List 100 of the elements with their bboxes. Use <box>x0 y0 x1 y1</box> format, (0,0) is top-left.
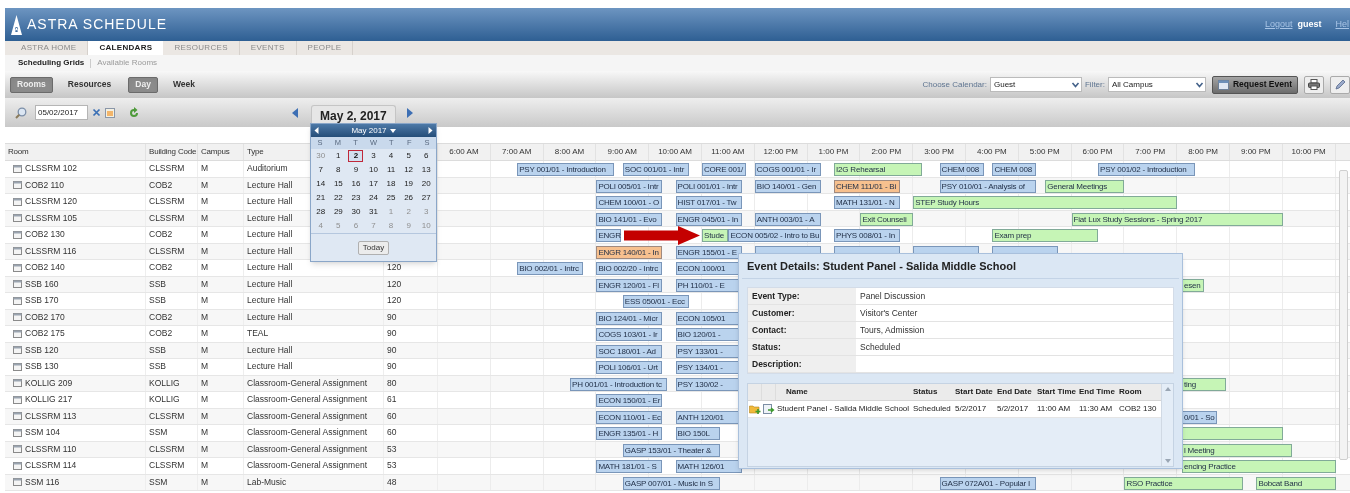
calendar-day[interactable]: 26 <box>401 192 417 204</box>
event-block[interactable]: esen <box>1181 278 1204 292</box>
event-block[interactable]: SOC 001/01 - Intr <box>622 163 689 176</box>
event-block[interactable]: GASP 072A/01 - Popular I <box>939 476 1037 490</box>
event-block[interactable]: encing Practice <box>1181 460 1336 473</box>
nav-tab[interactable]: CALENDARS <box>88 41 164 55</box>
room-name[interactable]: SSB 120 <box>25 343 59 357</box>
calendar-day[interactable]: 22 <box>330 192 346 204</box>
today-button[interactable]: Today <box>357 240 390 255</box>
event-block[interactable]: POLI 005/01 - Intr <box>596 179 663 193</box>
event-block[interactable]: Bobcat Band <box>1256 476 1336 490</box>
room-name[interactable]: COB2 140 <box>25 261 65 275</box>
room-name[interactable]: CLSSRM 113 <box>25 409 77 423</box>
event-block[interactable]: GASP 153/01 - Theater & <box>622 443 720 457</box>
room-name[interactable]: COB2 170 <box>25 310 65 324</box>
event-block[interactable]: PH 001/01 - Introduction tc <box>570 377 667 391</box>
room-name[interactable]: KOLLIG 209 <box>25 376 73 390</box>
event-block[interactable]: COGS 001/01 - Ir <box>754 163 821 176</box>
calendar-day[interactable]: 5 <box>401 150 417 162</box>
event-block[interactable]: ESS 050/01 - Ecc <box>622 295 689 308</box>
calendar-day[interactable]: 9 <box>348 164 364 176</box>
event-block[interactable]: BIO 124/01 - Micr <box>596 311 663 325</box>
calendar-day[interactable]: 31 <box>366 206 381 218</box>
event-block[interactable]: CHEM 008 <box>939 163 984 176</box>
calendar-day[interactable]: 2 <box>348 150 364 162</box>
room-name[interactable]: SSM 116 <box>25 475 60 489</box>
calendar-day[interactable]: 29 <box>330 206 346 218</box>
clear-icon[interactable] <box>92 108 101 117</box>
calendar-day[interactable]: 23 <box>348 192 364 204</box>
calendar-day[interactable]: 17 <box>366 178 381 190</box>
event-block[interactable]: RSO Practice <box>1124 476 1244 490</box>
calendar-day[interactable]: 12 <box>401 164 417 176</box>
event-block[interactable]: ENGR <box>596 229 622 242</box>
event-block[interactable]: BIO 002/20 - Intrc <box>596 262 663 275</box>
calendar-icon[interactable] <box>105 107 115 118</box>
event-block[interactable]: PHYS 008/01 - In <box>834 229 900 242</box>
event-block[interactable]: Stude <box>702 229 729 242</box>
event-block[interactable]: BIO 002/01 - Intrc <box>517 262 584 275</box>
event-block[interactable]: ENGR 120/01 - Fl <box>596 278 663 292</box>
event-block[interactable]: General Meetings <box>1045 179 1125 193</box>
calendar-day[interactable]: 24 <box>366 192 381 204</box>
event-block[interactable]: ECON 005/02 - Intro to Bu <box>728 229 821 242</box>
filter-select[interactable]: All Campus <box>1107 77 1206 92</box>
event-block[interactable]: POLI 106/01 - Urt <box>596 361 663 374</box>
event-block[interactable]: ECON 110/01 - Ec <box>596 410 663 424</box>
calendar-day[interactable]: 25 <box>383 192 399 204</box>
event-block[interactable]: CORE 001/ <box>702 163 746 176</box>
event-block[interactable]: BIO 140/01 - Gen <box>754 179 821 193</box>
event-block[interactable]: MATH 131/01 - N <box>834 196 900 209</box>
event-block[interactable]: Exam prep <box>992 229 1098 242</box>
event-block[interactable]: ENGR 135/01 - H <box>596 427 663 440</box>
room-name[interactable]: CLSSRM 116 <box>25 244 77 258</box>
event-block[interactable]: ENGR 045/01 - In <box>675 212 742 226</box>
event-block[interactable]: HIST 017/01 - Tw <box>675 196 742 209</box>
event-block[interactable]: POLI 001/01 - Intr <box>675 179 742 193</box>
calendar-select[interactable]: Guest <box>989 77 1082 92</box>
event-block[interactable]: STEP Study Hours <box>913 196 1178 209</box>
room-name[interactable]: COB2 110 <box>25 178 65 192</box>
calendar-day[interactable]: 13 <box>418 164 434 176</box>
calendar-day[interactable]: 19 <box>401 178 417 190</box>
event-block[interactable]: COGS 103/01 - Ir <box>596 328 663 341</box>
room-name[interactable]: CLSSRM 114 <box>25 459 77 473</box>
calendar-day[interactable]: 16 <box>348 178 364 190</box>
event-block[interactable]: MATH 126/01 <box>675 460 742 473</box>
calendar-day[interactable]: 8 <box>330 164 346 176</box>
previous-day-icon[interactable] <box>291 107 299 118</box>
toggle-button[interactable]: Resources <box>60 76 119 93</box>
event-block[interactable]: I2G Rehearsal <box>834 163 922 176</box>
room-name[interactable]: CLSSRM 102 <box>25 162 77 176</box>
print-button[interactable] <box>1304 75 1324 94</box>
event-block[interactable]: SOC 180/01 - Ad <box>596 344 663 358</box>
calendar-day[interactable]: 1 <box>330 150 346 162</box>
calendar-day[interactable]: 18 <box>383 178 399 190</box>
previous-month-icon[interactable] <box>314 127 319 134</box>
event-block[interactable] <box>1181 427 1283 440</box>
room-name[interactable]: CLSSRM 110 <box>25 442 77 456</box>
refresh-icon[interactable] <box>128 106 140 119</box>
event-block[interactable]: ENGR 140/01 - In <box>596 245 663 259</box>
calendar-day[interactable]: 3 <box>366 150 381 162</box>
calendar-day[interactable]: 30 <box>348 206 364 218</box>
date-field[interactable]: 05/02/2017 <box>35 105 88 120</box>
scrollbar[interactable] <box>1339 170 1348 460</box>
calendar-day[interactable]: 20 <box>418 178 434 190</box>
event-block[interactable]: ting <box>1181 377 1226 391</box>
event-block[interactable]: Fiat Lux Study Sessions - Spring 2017 <box>1071 212 1283 226</box>
event-block[interactable]: ENGR 155/01 - E <box>675 245 742 259</box>
event-block[interactable]: PSY 001/02 - Introduction <box>1098 163 1195 176</box>
calendar-day[interactable]: 10 <box>366 164 381 176</box>
calendar-day[interactable]: 14 <box>313 178 329 190</box>
event-block[interactable]: 0/01 - So <box>1181 410 1217 424</box>
room-name[interactable]: KOLLIG 217 <box>25 393 73 407</box>
room-name[interactable]: COB2 175 <box>25 327 65 341</box>
calendar-day[interactable]: 27 <box>418 192 434 204</box>
calendar-day[interactable]: 6 <box>418 150 434 162</box>
event-block[interactable]: MATH 181/01 - S <box>596 460 663 473</box>
calendar-day[interactable]: 28 <box>313 206 329 218</box>
event-block[interactable]: ECON 150/01 - Er <box>596 394 663 407</box>
event-block[interactable]: BIO 150L <box>675 427 720 440</box>
room-name[interactable]: SSB 170 <box>25 294 59 308</box>
event-block[interactable]: PSY 001/01 - Introduction <box>517 163 614 176</box>
